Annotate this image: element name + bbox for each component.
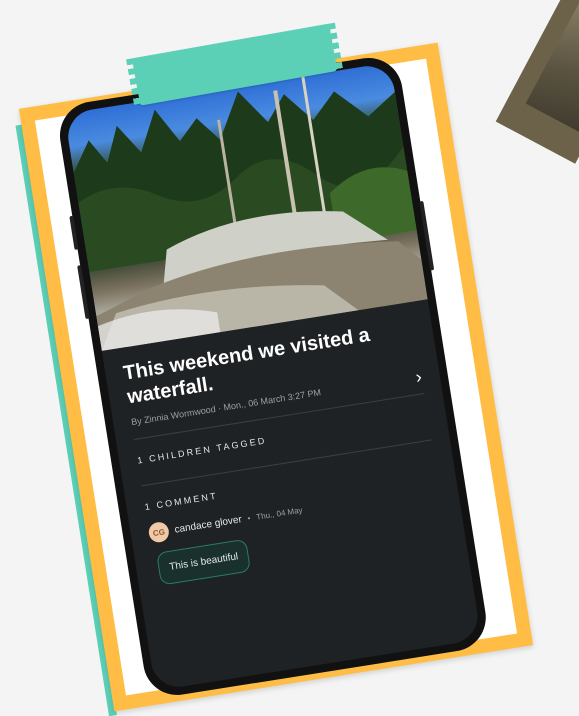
waterfall-illustration — [73, 75, 428, 351]
background-photo — [495, 0, 579, 164]
comment-date-separator: • — [246, 513, 252, 523]
polaroid-card: This weekend we visited a waterfall. By … — [15, 23, 534, 716]
avatar: CG — [147, 520, 171, 544]
comment-author: candace glover — [173, 513, 243, 536]
background-photo-image — [525, 0, 579, 137]
comment-date: Thu., 04 May — [255, 505, 304, 522]
post-author: By Zinnia Wormwood — [130, 403, 217, 428]
waterfall-photo[interactable] — [64, 62, 428, 351]
chevron-right-icon[interactable]: › — [414, 366, 423, 387]
comment-bubble: This is beautiful — [156, 538, 252, 586]
post-content: This weekend we visited a waterfall. By … — [122, 316, 448, 586]
